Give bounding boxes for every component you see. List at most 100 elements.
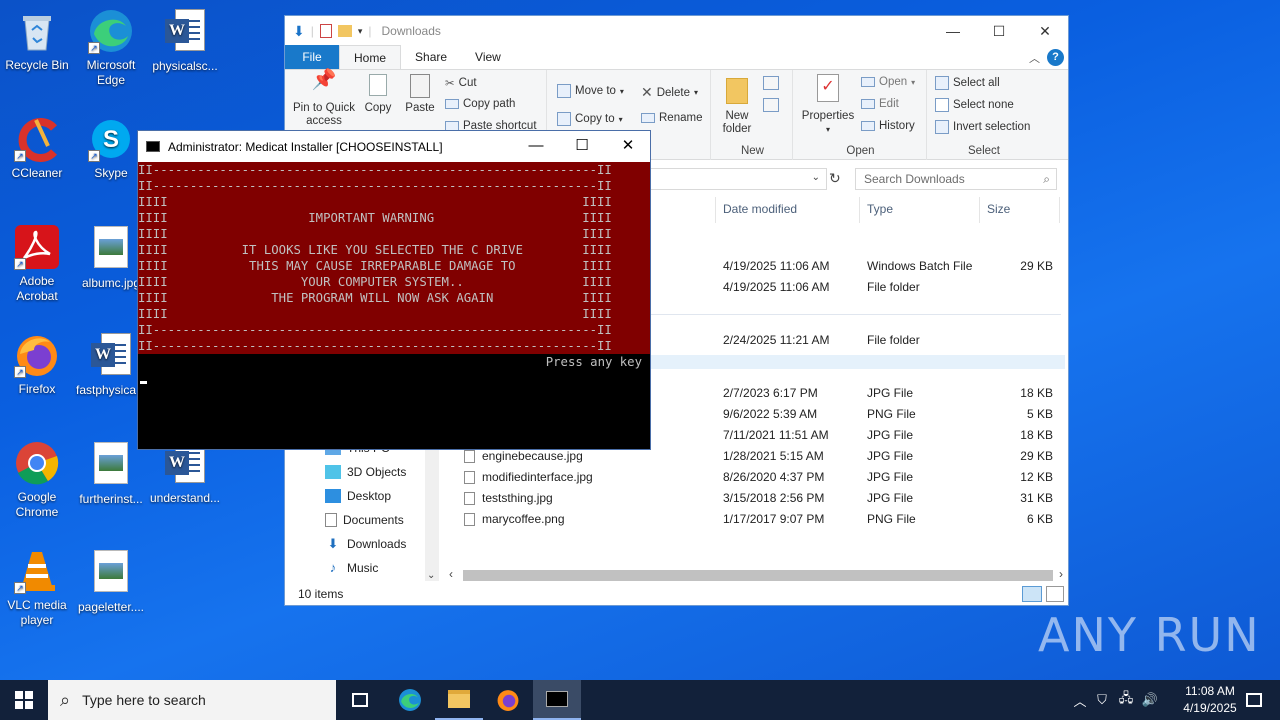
group-title-open: Open [846, 145, 875, 157]
desktop-icon-vlc[interactable]: ↗ VLC media player [0, 548, 74, 628]
desktop-icon-firefox[interactable]: ↗ Firefox [0, 332, 74, 397]
cut-button[interactable]: ✂ Cut [445, 76, 477, 90]
notifications-button[interactable] [1230, 680, 1278, 720]
collapse-ribbon-icon[interactable]: ︿ [1029, 50, 1040, 66]
ribbon-tabs: File Home Share View ︿ ? [285, 45, 1068, 70]
close-button[interactable]: ✕ [1022, 16, 1068, 46]
copy-button[interactable]: Copy [361, 74, 395, 115]
desktop-icon-physicalsc[interactable]: W physicalsc... [148, 8, 222, 74]
paste-button[interactable]: Paste [401, 74, 439, 115]
task-view-button[interactable] [336, 680, 384, 720]
tab-file[interactable]: File [285, 45, 339, 69]
console-output[interactable]: II--------------------------------------… [138, 162, 650, 449]
taskbar-edge[interactable] [386, 680, 434, 720]
edit-icon [861, 99, 875, 109]
security-icon[interactable]: ⛉ [1090, 692, 1114, 708]
details-view-icon[interactable] [1022, 586, 1042, 602]
minimize-button[interactable]: — [930, 16, 976, 46]
desktop-icon-label: VLC media player [7, 598, 67, 627]
rename-button[interactable]: Rename [641, 112, 702, 124]
desktop-icon-label: Adobe Acrobat [16, 274, 58, 303]
console-icon [146, 141, 160, 152]
maximize-button[interactable]: ☐ [976, 16, 1022, 46]
desktop-icon-furtherinst[interactable]: furtherinst... [74, 440, 148, 507]
column-type[interactable]: Type [867, 202, 893, 216]
chevron-left-icon[interactable]: ‹ [449, 567, 453, 581]
volume-icon[interactable]: 🔊 [1138, 692, 1162, 708]
chevron-down-icon[interactable]: ⌄ [812, 172, 820, 183]
warning-text: II--------------------------------------… [138, 163, 612, 353]
firefox-icon [497, 690, 519, 711]
help-icon[interactable]: ? [1047, 49, 1064, 66]
column-date-modified[interactable]: Date modified [723, 202, 797, 216]
down-arrow-icon[interactable]: ⬇ [293, 23, 305, 40]
nav-item-desktop[interactable]: Desktop [325, 489, 391, 503]
open-icon [861, 77, 875, 87]
network-icon[interactable]: 🖧 [1114, 689, 1138, 711]
edit-button[interactable]: Edit [861, 98, 899, 110]
taskbar-search-input[interactable]: ⌕ Type here to search [48, 680, 336, 720]
tab-share[interactable]: Share [401, 45, 461, 69]
cmd-window[interactable]: Administrator: Medicat Installer [CHOOSE… [137, 130, 651, 450]
desktop-icon-chrome[interactable]: Google Chrome [0, 440, 74, 520]
invert-selection-button[interactable]: Invert selection [935, 120, 1030, 134]
image-file-icon [88, 442, 134, 488]
skype-icon: S ↗ [88, 116, 134, 162]
taskbar-firefox[interactable] [484, 680, 532, 720]
acrobat-icon: ↗ [14, 224, 60, 270]
horizontal-scrollbar[interactable]: ‹ › [447, 567, 1067, 584]
image-file-icon [88, 550, 134, 596]
music-note-icon: ♪ [329, 560, 337, 575]
new-folder-button[interactable]: New folder [717, 74, 757, 136]
tab-view[interactable]: View [461, 45, 515, 69]
select-all-button[interactable]: Select all [935, 76, 1000, 90]
chevron-up-icon[interactable]: ︿ [1070, 691, 1090, 710]
search-input[interactable]: Search Downloads ⌕ [855, 168, 1057, 190]
scrollbar-thumb[interactable] [463, 570, 1053, 581]
open-button[interactable]: Open ▾ [861, 76, 915, 88]
taskbar-file-explorer[interactable] [435, 680, 483, 720]
history-button[interactable]: History [861, 120, 915, 132]
table-row[interactable]: modifiedinterface.jpg 8/26/2020 4:37 PM … [445, 467, 1065, 488]
tab-home[interactable]: Home [339, 45, 402, 69]
nav-item-downloads[interactable]: ⬇ Downloads [325, 537, 407, 552]
copy-to-button[interactable]: Copy to ▾ [557, 112, 623, 126]
dropdown-icon[interactable]: ▾ [358, 26, 363, 37]
copy-path-button[interactable]: Copy path [445, 98, 515, 110]
pin-to-quick-access-button[interactable]: 📌 Pin to Quick access [291, 70, 357, 128]
start-button[interactable] [0, 680, 48, 720]
properties-button[interactable]: ✓ Properties ▾ [799, 74, 857, 136]
edge-icon: ↗ [88, 8, 134, 54]
column-size[interactable]: Size [987, 202, 1010, 216]
select-none-button[interactable]: Select none [935, 98, 1014, 112]
properties-check-icon[interactable] [319, 24, 332, 38]
desktop-icon-adobe-acrobat[interactable]: ↗ Adobe Acrobat [0, 224, 74, 304]
move-to-button[interactable]: Move to ▾ [557, 84, 624, 98]
chevron-down-icon[interactable]: ⌄ [427, 570, 435, 581]
copy-to-icon [557, 112, 571, 126]
desktop-icon-recycle-bin[interactable]: Recycle Bin [0, 8, 74, 73]
new-item-icon[interactable] [763, 76, 779, 90]
desktop-icon-edge[interactable]: ↗ Microsoft Edge [74, 8, 148, 88]
refresh-icon[interactable]: ↻ [829, 170, 841, 187]
search-icon: ⌕ [1043, 172, 1050, 186]
folder-icon[interactable] [337, 25, 352, 37]
nav-item-documents[interactable]: Documents [325, 513, 404, 527]
desktop-icon-label: CCleaner [11, 166, 63, 180]
nav-item-3d-objects[interactable]: 3D Objects [325, 465, 406, 479]
table-row[interactable]: teststhing.jpg 3/15/2018 2:56 PM JPG Fil… [445, 488, 1065, 509]
nav-item-music[interactable]: ♪ Music [325, 560, 379, 576]
desktop-icon-ccleaner[interactable]: ↗ CCleaner [0, 116, 74, 181]
copy-icon [361, 74, 395, 102]
minimize-button[interactable]: — [513, 131, 559, 162]
chevron-right-icon[interactable]: › [1059, 567, 1063, 581]
taskbar-cmd[interactable] [533, 680, 581, 720]
large-icons-view-icon[interactable] [1046, 586, 1064, 602]
delete-button[interactable]: ✕ Delete ▾ [641, 84, 698, 101]
close-button[interactable]: ✕ [605, 131, 651, 162]
easy-access-icon[interactable] [763, 98, 779, 112]
desktop-icon-pageletter[interactable]: pageletter.... [74, 548, 148, 615]
table-row[interactable]: marycoffee.png 1/17/2017 9:07 PM PNG Fil… [445, 509, 1065, 530]
maximize-button[interactable]: ☐ [559, 131, 605, 162]
image-file-icon [464, 492, 475, 505]
